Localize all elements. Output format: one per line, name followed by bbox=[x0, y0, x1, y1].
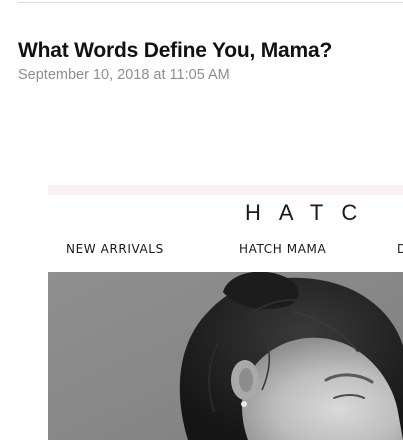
hero-image[interactable] bbox=[48, 272, 403, 440]
post-date: September 10, 2018 at 11:05 AM bbox=[18, 67, 230, 83]
newsletter-embed: HATC NEW ARRIVALS HATCH MAMA D bbox=[48, 185, 403, 440]
brand-logo[interactable]: HATC bbox=[245, 201, 375, 225]
email-view: What Words Define You, Mama? September 1… bbox=[0, 0, 403, 440]
newsletter-nav: NEW ARRIVALS HATCH MAMA D bbox=[66, 241, 403, 257]
nav-link-new-arrivals[interactable]: NEW ARRIVALS bbox=[66, 241, 164, 257]
hero-photo-illustration bbox=[48, 272, 403, 440]
newsletter-top-band bbox=[48, 185, 403, 195]
post-title: What Words Define You, Mama? bbox=[18, 39, 333, 62]
nav-link-hatch-mama[interactable]: HATCH MAMA bbox=[239, 241, 326, 257]
divider bbox=[18, 2, 403, 3]
nav-link-partial[interactable]: D bbox=[397, 241, 403, 257]
email-header: What Words Define You, Mama? September 1… bbox=[18, 38, 403, 84]
